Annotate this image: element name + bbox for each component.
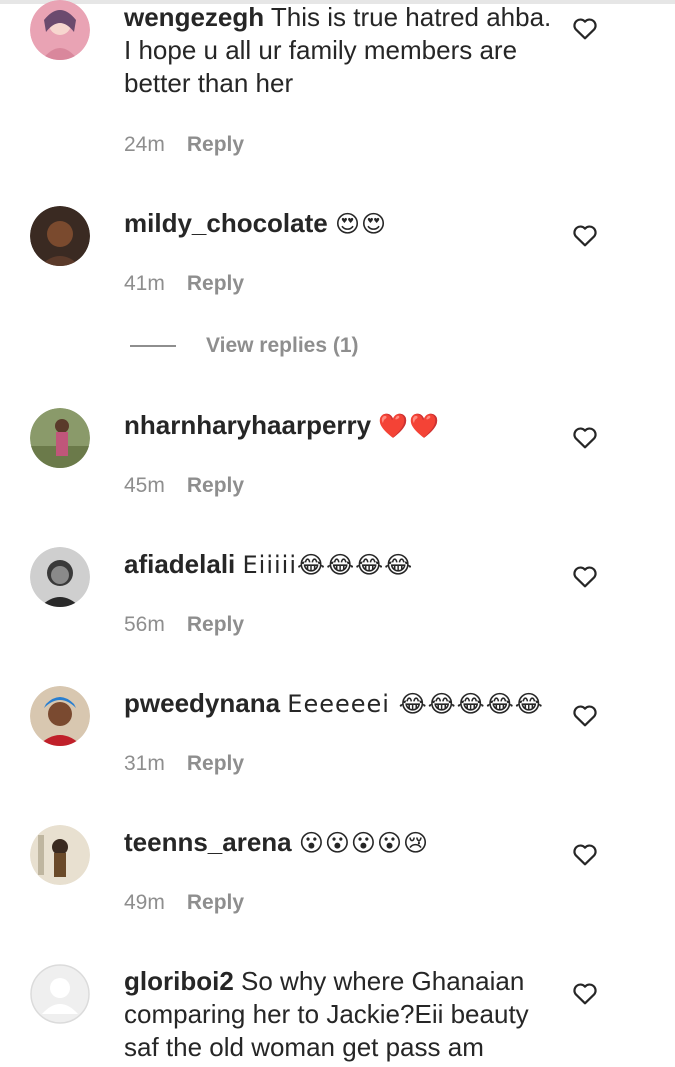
comment-username[interactable]: nharnharyhaarperry (124, 410, 371, 440)
comment-body: afiadelali Eiiiii😂😂😂😂 (124, 548, 554, 582)
comment-time: 49m (124, 891, 165, 914)
comment-username[interactable]: teenns_arena (124, 827, 292, 857)
comment-body: pweedynana Eeeeeei 😂😂😂😂😂 (124, 687, 554, 721)
comment-time: 45m (124, 474, 165, 497)
view-replies-button[interactable]: View replies (1) (130, 334, 359, 358)
avatar[interactable] (30, 547, 90, 607)
avatar[interactable] (30, 0, 90, 60)
comment-text: 😮😮😮😮😢 (298, 829, 429, 857)
avatar[interactable] (30, 206, 90, 266)
heart-icon[interactable] (572, 564, 598, 588)
default-avatar-icon[interactable] (30, 964, 90, 1024)
heart-icon[interactable] (572, 981, 598, 1005)
avatar[interactable] (30, 408, 90, 468)
comment-time: 41m (124, 272, 165, 295)
reply-button[interactable]: Reply (187, 133, 244, 157)
comment-time: 56m (124, 613, 165, 636)
comment-username[interactable]: wengezegh (124, 2, 264, 32)
reply-button[interactable]: Reply (187, 752, 244, 776)
comment-username[interactable]: mildy_chocolate (124, 208, 328, 238)
comment-body: teenns_arena 😮😮😮😮😢 (124, 826, 554, 860)
avatar[interactable] (30, 825, 90, 885)
comment-body: nharnharyhaarperry ❤️❤️ (124, 409, 554, 443)
divider-line (130, 345, 176, 347)
view-replies-label: View replies (1) (206, 334, 359, 357)
comment-text: 😍😍 (334, 210, 388, 238)
comment-username[interactable]: pweedynana (124, 688, 280, 718)
comment-text: Eiiiii😂😂😂😂 (242, 551, 414, 579)
comment-text: ❤️❤️ (378, 412, 441, 440)
comment-meta: 24m Reply (124, 133, 244, 157)
reply-button[interactable]: Reply (187, 474, 244, 498)
heart-icon[interactable] (572, 703, 598, 727)
heart-icon[interactable] (572, 842, 598, 866)
heart-icon[interactable] (572, 425, 598, 449)
comment-time: 31m (124, 752, 165, 775)
comment-meta: 41m Reply (124, 272, 244, 296)
comment-meta: 45m Reply (124, 474, 244, 498)
comment-time: 24m (124, 133, 165, 156)
heart-icon[interactable] (572, 223, 598, 247)
reply-button[interactable]: Reply (187, 891, 244, 915)
comment-body: wengezegh This is true hatred ahba. I ho… (124, 1, 554, 100)
comment-meta: 31m Reply (124, 752, 244, 776)
comment-body: gloriboi2 So why where Ghanaian comparin… (124, 965, 554, 1064)
comment-username[interactable]: afiadelali (124, 549, 235, 579)
avatar[interactable] (30, 686, 90, 746)
comment-body: mildy_chocolate 😍😍 (124, 207, 554, 241)
heart-icon[interactable] (572, 16, 598, 40)
comment-meta: 56m Reply (124, 613, 244, 637)
comment-text: Eeeeeei 😂😂😂😂😂 (287, 690, 544, 718)
reply-button[interactable]: Reply (187, 272, 244, 296)
reply-button[interactable]: Reply (187, 613, 244, 637)
comment-meta: 49m Reply (124, 891, 244, 915)
comment-username[interactable]: gloriboi2 (124, 966, 234, 996)
